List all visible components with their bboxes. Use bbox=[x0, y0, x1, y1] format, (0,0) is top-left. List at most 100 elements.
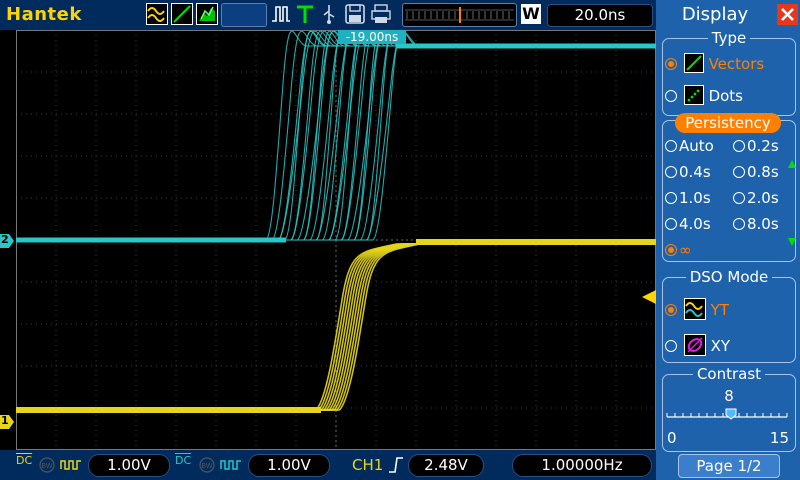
persist-0.2s-label: 0.2s bbox=[747, 137, 779, 155]
contrast-min: 0 bbox=[667, 429, 677, 447]
ch1-volts-div[interactable]: 1.00V bbox=[88, 454, 170, 477]
save-icon[interactable] bbox=[344, 3, 366, 27]
radio-unselected-icon bbox=[665, 140, 677, 152]
dots-icon bbox=[683, 85, 704, 105]
display-menu-panel: Display Type Vectors Dots Persistency Au… bbox=[656, 0, 800, 480]
type-option-dots-label: Dots bbox=[708, 87, 743, 105]
radio-unselected-icon bbox=[733, 140, 745, 152]
contrast-max: 15 bbox=[769, 429, 789, 447]
persist-auto[interactable]: Auto bbox=[665, 137, 714, 155]
type-option-vectors[interactable]: Vectors bbox=[665, 53, 764, 73]
channel-waveform-icon[interactable] bbox=[146, 3, 168, 27]
bottom-status-bar: DC BW 1.00V DC BW 1.00V CH1 2.48V 1.0000… bbox=[0, 450, 656, 480]
radio-selected-icon bbox=[665, 244, 677, 256]
radio-unselected-icon bbox=[665, 192, 677, 204]
timebase-value[interactable]: 20.0ns bbox=[547, 4, 653, 27]
ch2-probe-icon[interactable] bbox=[220, 457, 242, 473]
contrast-section: Contrast 8 0 15 bbox=[662, 365, 796, 452]
record-memory-bar[interactable] bbox=[402, 3, 517, 27]
menu-title: Display bbox=[681, 4, 749, 25]
type-option-dots[interactable]: Dots bbox=[665, 85, 743, 105]
radio-unselected-icon bbox=[665, 166, 677, 178]
ch1-ground-marker[interactable]: 1 bbox=[0, 414, 14, 429]
xy-mode-icon bbox=[683, 334, 706, 356]
contrast-value: 8 bbox=[724, 387, 734, 405]
menu-title-bar: Display bbox=[656, 0, 800, 30]
brand-logo: Hantek bbox=[6, 4, 82, 25]
dso-mode-yt-label: YT bbox=[710, 301, 729, 319]
persistency-label: Persistency bbox=[675, 113, 781, 133]
radio-unselected-icon bbox=[665, 218, 677, 230]
radio-unselected-icon bbox=[665, 340, 677, 352]
ch2-bandwidth-icon[interactable]: BW bbox=[198, 457, 216, 473]
ch1-marker-label: 1 bbox=[1, 414, 9, 427]
frequency-readout: 1.00000Hz bbox=[512, 454, 652, 477]
persistency-section: Persistency Auto 0.2s 0.4s 0.8s 1.0s 2.0… bbox=[662, 113, 797, 262]
persist-1.0s[interactable]: 1.0s bbox=[665, 189, 711, 207]
scroll-down-icon[interactable] bbox=[787, 237, 797, 247]
dso-mode-section: DSO Mode YT XY bbox=[662, 268, 796, 363]
printer-icon[interactable] bbox=[370, 3, 392, 27]
contrast-label: Contrast bbox=[692, 365, 766, 383]
persist-2.0s-label: 2.0s bbox=[747, 189, 779, 207]
ch1-bandwidth-icon[interactable]: BW bbox=[38, 457, 56, 473]
contrast-slider[interactable] bbox=[665, 405, 791, 425]
usb-icon[interactable] bbox=[320, 3, 338, 27]
vectors-icon bbox=[683, 53, 704, 73]
top-status-bar: Hantek W 20.0ns bbox=[0, 0, 656, 30]
time-mode-indicator[interactable]: W bbox=[521, 4, 541, 24]
trigger-level-marker[interactable] bbox=[642, 290, 656, 304]
svg-text:BW: BW bbox=[41, 462, 53, 470]
ch1-coupling[interactable]: DC bbox=[16, 455, 32, 466]
yt-mode-icon bbox=[683, 298, 706, 320]
radio-unselected-icon bbox=[665, 90, 677, 102]
memory-waveform-icon bbox=[405, 7, 514, 23]
scroll-up-icon[interactable] bbox=[787, 159, 797, 169]
trigger-level-value[interactable]: 2.48V bbox=[408, 454, 484, 477]
trigger-position-label: -19.00ns bbox=[338, 30, 406, 44]
persist-4.0s-label: 4.0s bbox=[679, 215, 711, 233]
ch1-probe-icon[interactable] bbox=[60, 457, 82, 473]
persist-1.0s-label: 1.0s bbox=[679, 189, 711, 207]
persist-0.4s[interactable]: 0.4s bbox=[665, 163, 711, 181]
type-section: Type Vectors Dots bbox=[662, 29, 796, 116]
dso-mode-xy[interactable]: XY bbox=[665, 334, 730, 356]
persist-0.4s-label: 0.4s bbox=[679, 163, 711, 181]
persist-8.0s[interactable]: 8.0s bbox=[733, 215, 779, 233]
radio-selected-icon bbox=[665, 58, 677, 70]
close-icon[interactable] bbox=[777, 4, 798, 25]
dso-mode-yt[interactable]: YT bbox=[665, 298, 729, 320]
trigger-source[interactable]: CH1 bbox=[352, 456, 383, 474]
vectors-mode-icon[interactable] bbox=[171, 3, 193, 27]
rising-edge-icon[interactable] bbox=[388, 456, 404, 474]
dso-mode-label: DSO Mode bbox=[685, 268, 773, 286]
persist-0.8s-label: 0.8s bbox=[747, 163, 779, 181]
ch2-coupling[interactable]: DC bbox=[175, 455, 191, 466]
persist-infinite-label: ∞ bbox=[679, 241, 692, 259]
persist-0.8s[interactable]: 0.8s bbox=[733, 163, 779, 181]
type-label: Type bbox=[707, 29, 751, 47]
waveform-display: -19.00ns bbox=[16, 30, 657, 450]
ch2-volts-div[interactable]: 1.00V bbox=[248, 454, 330, 477]
waveform-graticule bbox=[16, 30, 657, 450]
persist-infinite[interactable]: ∞ bbox=[665, 241, 692, 259]
svg-text:BW: BW bbox=[201, 462, 213, 470]
persist-2.0s[interactable]: 2.0s bbox=[733, 189, 779, 207]
radio-unselected-icon bbox=[733, 218, 745, 230]
ch2-marker-label: 2 bbox=[1, 233, 9, 246]
trigger-pulse-icon[interactable] bbox=[270, 3, 292, 27]
persistence-icon[interactable] bbox=[196, 3, 218, 27]
radio-selected-icon bbox=[665, 304, 677, 316]
persist-0.2s[interactable]: 0.2s bbox=[733, 137, 779, 155]
ch2-ground-marker[interactable]: 2 bbox=[0, 233, 14, 248]
persist-8.0s-label: 8.0s bbox=[747, 215, 779, 233]
page-button[interactable]: Page 1/2 bbox=[678, 454, 780, 478]
radio-unselected-icon bbox=[733, 192, 745, 204]
type-option-vectors-label: Vectors bbox=[708, 55, 765, 73]
persist-auto-label: Auto bbox=[679, 137, 714, 155]
status-blank-box bbox=[221, 3, 267, 27]
trigger-t-icon[interactable] bbox=[294, 3, 316, 27]
persist-4.0s[interactable]: 4.0s bbox=[665, 215, 711, 233]
radio-unselected-icon bbox=[733, 166, 745, 178]
dso-mode-xy-label: XY bbox=[710, 337, 731, 355]
